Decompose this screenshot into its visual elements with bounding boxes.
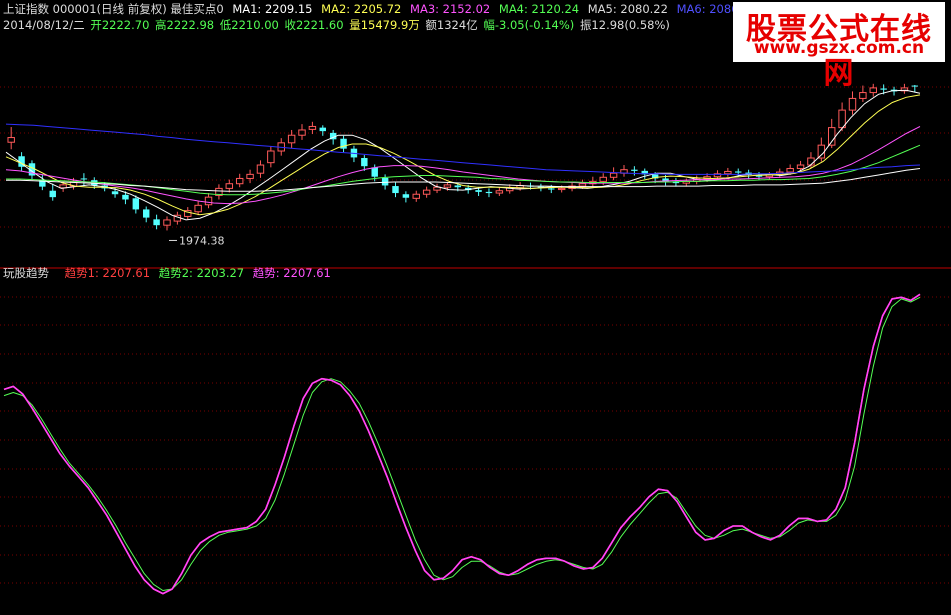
candle-body-down — [319, 127, 327, 132]
candle-body-up — [786, 168, 794, 173]
candle-body-up — [7, 137, 15, 143]
candle-body-down — [80, 178, 88, 180]
candle-body-up — [422, 189, 431, 195]
candle-body-up — [256, 164, 265, 174]
candle-body-up — [204, 196, 213, 206]
main-panel-grid — [0, 86, 951, 228]
candle-body-up — [859, 92, 867, 99]
sub-panel-grid — [0, 296, 951, 584]
kline-chart: 1974.38 — [0, 83, 951, 595]
quote-date: 2014/08/12/二 — [3, 18, 85, 32]
header-line-1: 上证指数 000001(日线 前复权) 最佳买点0 MA1: 2209.15 M… — [3, 2, 762, 16]
quote-low: 低2210.00 — [219, 18, 279, 32]
candle-body-down — [122, 194, 129, 200]
quote-open: 开2222.70 — [90, 18, 150, 32]
candle-body-up — [298, 129, 306, 136]
moving-average-lines — [5, 89, 921, 221]
candle-body-up — [578, 183, 587, 187]
candle-body-down — [475, 190, 482, 192]
ma-line-3 — [5, 126, 921, 205]
candle-body-down — [153, 219, 160, 226]
candle-body-down — [371, 167, 378, 177]
ma-line-2 — [5, 94, 921, 216]
quote-amplitude: 振12.98(0.58%) — [579, 18, 670, 32]
ma-line-6 — [5, 123, 921, 175]
candle-body-up — [848, 97, 857, 111]
trend2-label: 趋势2: 2203.27 — [158, 266, 245, 280]
candle-body-down — [485, 191, 493, 194]
security-title: 上证指数 000001(日线 前复权) 最佳买点0 — [3, 2, 224, 16]
trend-line-1 — [3, 293, 921, 595]
candle-body-up — [163, 219, 171, 226]
candle-body-down — [402, 194, 410, 198]
trend-label: 趋势: 2207.61 — [252, 266, 331, 280]
candle-body-down — [142, 209, 150, 218]
trend-line-2 — [3, 296, 921, 591]
candle-body-up — [557, 187, 566, 191]
ma-line-1 — [5, 89, 921, 221]
candle-body-down — [454, 185, 462, 188]
trend-lines — [3, 293, 921, 595]
ma3-label: MA3: 2152.02 — [410, 2, 491, 16]
candle-body-up — [827, 127, 836, 146]
candle-body-up — [412, 193, 420, 199]
candle-body-up — [267, 150, 275, 164]
candle-body-up — [225, 183, 234, 189]
candle-body-up — [817, 144, 826, 159]
ma4-label: MA4: 2120.24 — [498, 2, 580, 16]
watermark-url: www.gszx.com.cn — [753, 38, 925, 58]
candle-body-down — [381, 177, 389, 186]
quote-high: 高2222.98 — [155, 18, 215, 32]
candle-body-down — [132, 198, 140, 210]
ma2-label: MA2: 2205.72 — [321, 2, 402, 16]
candle-body-up — [194, 204, 202, 213]
candle-body-down — [631, 169, 638, 171]
quote-amount: 额1324亿 — [425, 18, 478, 32]
candle-body-up — [246, 173, 254, 179]
candle-body-up — [308, 125, 317, 130]
candle-body-down — [49, 190, 56, 198]
candle-body-up — [724, 170, 732, 175]
candle-body-down — [548, 188, 555, 190]
trend-line-3 — [3, 293, 921, 595]
candle-body-up — [235, 177, 244, 185]
ma1-label: MA1: 2209.15 — [232, 2, 313, 16]
candle-body-down — [735, 171, 742, 173]
candle-body-up — [609, 172, 618, 178]
candle-body-up — [443, 184, 452, 188]
sub-header: 玩股趋势 趋势1: 2207.61 趋势2: 2203.27 趋势: 2207.… — [3, 266, 336, 280]
quote-volume: 量15479.9万 — [349, 18, 420, 32]
quote-change: 幅-3.05(-0.14%) — [483, 18, 575, 32]
ma5-label: MA5: 2080.22 — [587, 2, 668, 16]
candles-group — [7, 83, 919, 231]
candle-body-up — [287, 134, 296, 144]
candle-body-down — [392, 186, 399, 194]
candle-body-down — [111, 191, 119, 195]
low-marker: 1974.38 — [168, 234, 225, 247]
candle-body-up — [599, 176, 607, 182]
candle-body-up — [433, 186, 441, 191]
indicator-title: 玩股趋势 — [3, 266, 49, 280]
candle-body-up — [59, 184, 67, 189]
watermark-logo: 股票公式在线网 www.gszx.com.cn — [733, 2, 945, 91]
candle-body-up — [796, 164, 805, 170]
candle-body-down — [361, 158, 368, 167]
low-marker-label: 1974.38 — [179, 234, 225, 247]
ma-line-4 — [6, 144, 921, 196]
trend1-label: 趋势1: 2207.61 — [64, 266, 151, 280]
quote-close: 收2221.60 — [284, 18, 344, 32]
candle-body-up — [495, 190, 504, 194]
header-line-2: 2014/08/12/二 开2222.70 高2222.98 低2210.00 … — [3, 18, 672, 32]
